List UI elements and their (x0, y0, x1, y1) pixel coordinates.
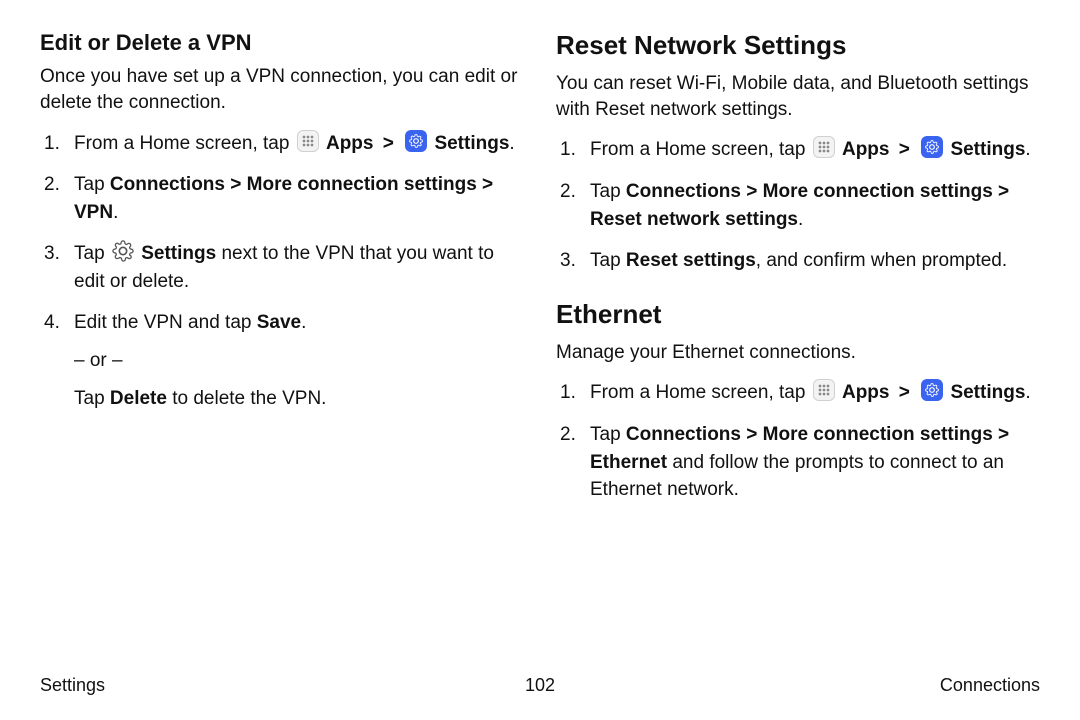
two-column-layout: Edit or Delete a VPN Once you have set u… (40, 30, 1040, 667)
apps-icon (297, 130, 319, 152)
nav-path: Connections > More connection settings >… (74, 174, 493, 223)
vpn-step-2: Tap Connections > More connection settin… (40, 171, 524, 226)
step-text: next to the VPN that you want to edit or… (74, 243, 494, 292)
delete-label: Delete (110, 388, 167, 409)
reset-settings-label: Reset settings (626, 250, 756, 271)
chevron-right-icon: > (899, 139, 910, 160)
page-footer: Settings 102 Connections (40, 667, 1040, 696)
step-text: From a Home screen, tap (74, 133, 295, 154)
alt-action: Tap Delete to delete the VPN. (74, 385, 524, 413)
vpn-step-3: Tap Settings next to the VPN that you wa… (40, 240, 524, 295)
settings-label: Settings (434, 133, 509, 154)
reset-step-1: From a Home screen, tap Apps > Settings. (556, 136, 1040, 164)
settings-outline-icon (112, 240, 134, 262)
or-separator: – or – (74, 347, 524, 375)
apps-icon (813, 136, 835, 158)
settings-label: Settings (950, 382, 1025, 403)
ethernet-steps-list: From a Home screen, tap Apps > Settings.… (556, 379, 1040, 503)
right-column: Reset Network Settings You can reset Wi-… (556, 30, 1040, 667)
apps-icon (813, 379, 835, 401)
footer-right: Connections (940, 675, 1040, 696)
reset-step-3: Tap Reset settings, and confirm when pro… (556, 247, 1040, 275)
settings-blue-icon (405, 130, 427, 152)
save-label: Save (257, 312, 301, 333)
vpn-step-1: From a Home screen, tap Apps > Settings. (40, 130, 524, 158)
reset-network-intro: You can reset Wi-Fi, Mobile data, and Bl… (556, 71, 1040, 122)
settings-blue-icon (921, 379, 943, 401)
manual-page: Edit or Delete a VPN Once you have set u… (0, 0, 1080, 720)
settings-blue-icon (921, 136, 943, 158)
apps-label: Apps (326, 133, 374, 154)
step-text: Edit the VPN and tap (74, 312, 257, 333)
settings-label: Settings (141, 243, 216, 264)
ethernet-heading: Ethernet (556, 299, 1040, 330)
reset-step-2: Tap Connections > More connection settin… (556, 178, 1040, 233)
eth-step-2: Tap Connections > More connection settin… (556, 421, 1040, 504)
footer-left: Settings (40, 675, 105, 696)
chevron-right-icon: > (899, 382, 910, 403)
apps-label: Apps (842, 382, 890, 403)
eth-step-1: From a Home screen, tap Apps > Settings. (556, 379, 1040, 407)
reset-network-heading: Reset Network Settings (556, 30, 1040, 61)
settings-label: Settings (950, 139, 1025, 160)
apps-label: Apps (842, 139, 890, 160)
reset-steps-list: From a Home screen, tap Apps > Settings.… (556, 136, 1040, 274)
chevron-right-icon: > (383, 133, 394, 154)
step-text: Tap (74, 243, 110, 264)
step-text: Tap (74, 174, 110, 195)
ethernet-intro: Manage your Ethernet connections. (556, 340, 1040, 366)
page-number: 102 (525, 675, 555, 696)
vpn-steps-list: From a Home screen, tap Apps > Settings.… (40, 130, 524, 412)
left-column: Edit or Delete a VPN Once you have set u… (40, 30, 524, 667)
vpn-step-4: Edit the VPN and tap Save. – or – Tap De… (40, 309, 524, 412)
edit-delete-vpn-heading: Edit or Delete a VPN (40, 30, 524, 56)
edit-delete-vpn-intro: Once you have set up a VPN connection, y… (40, 64, 524, 115)
